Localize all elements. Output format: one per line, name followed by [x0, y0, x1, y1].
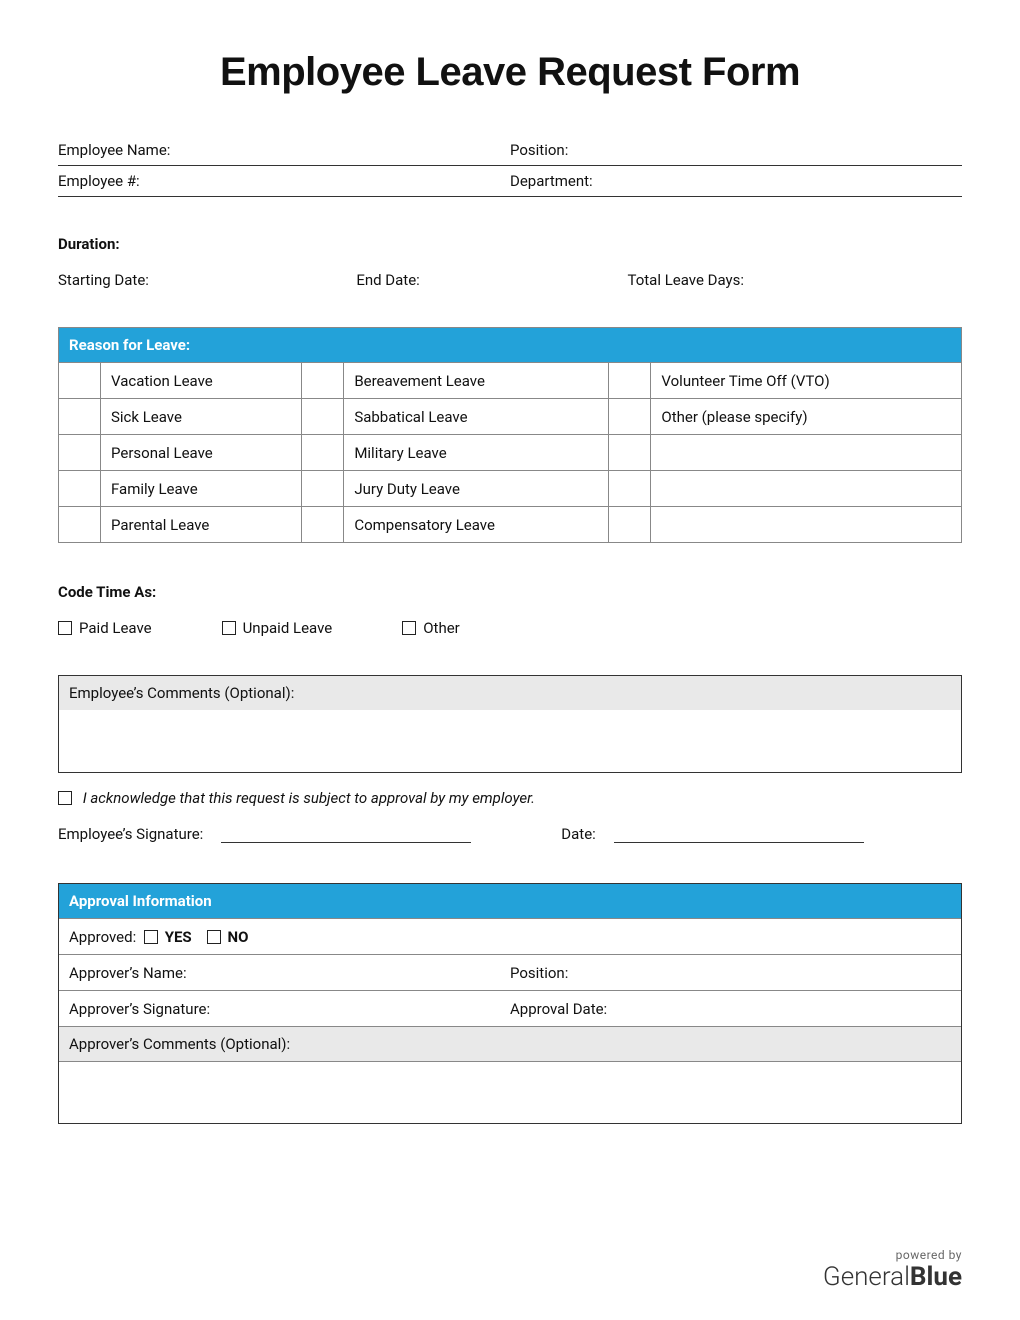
reason-check[interactable] [59, 471, 101, 507]
reason-label [651, 507, 962, 543]
employee-name-field[interactable]: Employee Name: [58, 141, 510, 159]
reason-check[interactable] [302, 363, 344, 399]
brand-logo: GeneralBlue [823, 1262, 962, 1292]
approval-header: Approval Information [59, 884, 961, 918]
reason-check[interactable] [59, 435, 101, 471]
date-field[interactable] [614, 825, 864, 843]
reason-check[interactable] [609, 471, 651, 507]
reason-label: Family Leave [101, 471, 302, 507]
employee-comments-field[interactable] [59, 710, 961, 772]
reason-label: Military Leave [344, 435, 609, 471]
position-field[interactable]: Position: [510, 141, 962, 159]
reason-check[interactable] [609, 399, 651, 435]
ack-row[interactable]: I acknowledge that this request is subje… [58, 789, 962, 807]
employee-comments-label: Employee’s Comments (Optional): [59, 676, 961, 710]
approver-position-field[interactable]: Position: [510, 964, 951, 982]
code-opt-paid[interactable]: Paid Leave [58, 619, 152, 637]
checkbox-icon[interactable] [144, 930, 158, 944]
reason-label: Volunteer Time Off (VTO) [651, 363, 962, 399]
approved-no[interactable]: NO [207, 928, 249, 946]
checkbox-icon[interactable] [402, 621, 416, 635]
code-opt-unpaid[interactable]: Unpaid Leave [222, 619, 333, 637]
reason-check[interactable] [609, 507, 651, 543]
department-field[interactable]: Department: [510, 172, 962, 190]
checkbox-icon[interactable] [58, 791, 72, 805]
reason-label [651, 435, 962, 471]
info-row-2: Employee #: Department: [58, 166, 962, 197]
ack-text: I acknowledge that this request is subje… [83, 789, 535, 807]
powered-by-label: powered by [823, 1248, 962, 1262]
checkbox-icon[interactable] [222, 621, 236, 635]
reason-table: Reason for Leave: Vacation Leave Bereave… [58, 327, 962, 543]
starting-date-field[interactable]: Starting Date: [58, 271, 356, 289]
duration-row: Starting Date: End Date: Total Leave Day… [58, 271, 962, 289]
date-label: Date: [561, 825, 596, 843]
checkbox-icon[interactable] [207, 930, 221, 944]
reason-check[interactable] [302, 471, 344, 507]
approved-yes[interactable]: YES [144, 928, 192, 946]
reason-check[interactable] [302, 507, 344, 543]
employee-signature-field[interactable] [221, 825, 471, 843]
checkbox-icon[interactable] [58, 621, 72, 635]
reason-check[interactable] [302, 399, 344, 435]
reason-label: Sick Leave [101, 399, 302, 435]
employee-signature-label: Employee’s Signature: [58, 825, 203, 843]
approval-date-field[interactable]: Approval Date: [510, 1000, 951, 1018]
reason-label: Vacation Leave [101, 363, 302, 399]
reason-label: Other (please specify) [651, 399, 962, 435]
employee-comments-box: Employee’s Comments (Optional): [58, 675, 962, 773]
reason-label: Parental Leave [101, 507, 302, 543]
reason-label: Jury Duty Leave [344, 471, 609, 507]
reason-label: Personal Leave [101, 435, 302, 471]
code-opt-other[interactable]: Other [402, 619, 460, 637]
reason-check[interactable] [609, 435, 651, 471]
approver-comments-field[interactable] [59, 1061, 961, 1123]
page-title: Employee Leave Request Form [58, 50, 962, 95]
reason-check[interactable] [59, 363, 101, 399]
reason-label [651, 471, 962, 507]
total-days-field[interactable]: Total Leave Days: [628, 271, 962, 289]
approved-label: Approved: [69, 928, 136, 946]
approver-name-field[interactable]: Approver’s Name: [69, 964, 510, 982]
reason-header: Reason for Leave: [59, 328, 962, 363]
reason-label: Bereavement Leave [344, 363, 609, 399]
duration-heading: Duration: [58, 235, 962, 253]
reason-check[interactable] [302, 435, 344, 471]
reason-check[interactable] [609, 363, 651, 399]
info-row-1: Employee Name: Position: [58, 135, 962, 166]
code-time-heading: Code Time As: [58, 583, 962, 601]
footer-brand: powered by GeneralBlue [823, 1248, 962, 1292]
approval-section: Approval Information Approved: YES NO Ap… [58, 883, 962, 1124]
reason-label: Compensatory Leave [344, 507, 609, 543]
reason-label: Sabbatical Leave [344, 399, 609, 435]
approver-signature-field[interactable]: Approver’s Signature: [69, 1000, 510, 1018]
end-date-field[interactable]: End Date: [356, 271, 627, 289]
reason-check[interactable] [59, 507, 101, 543]
reason-check[interactable] [59, 399, 101, 435]
approver-comments-label: Approver’s Comments (Optional): [59, 1026, 961, 1061]
employee-num-field[interactable]: Employee #: [58, 172, 510, 190]
